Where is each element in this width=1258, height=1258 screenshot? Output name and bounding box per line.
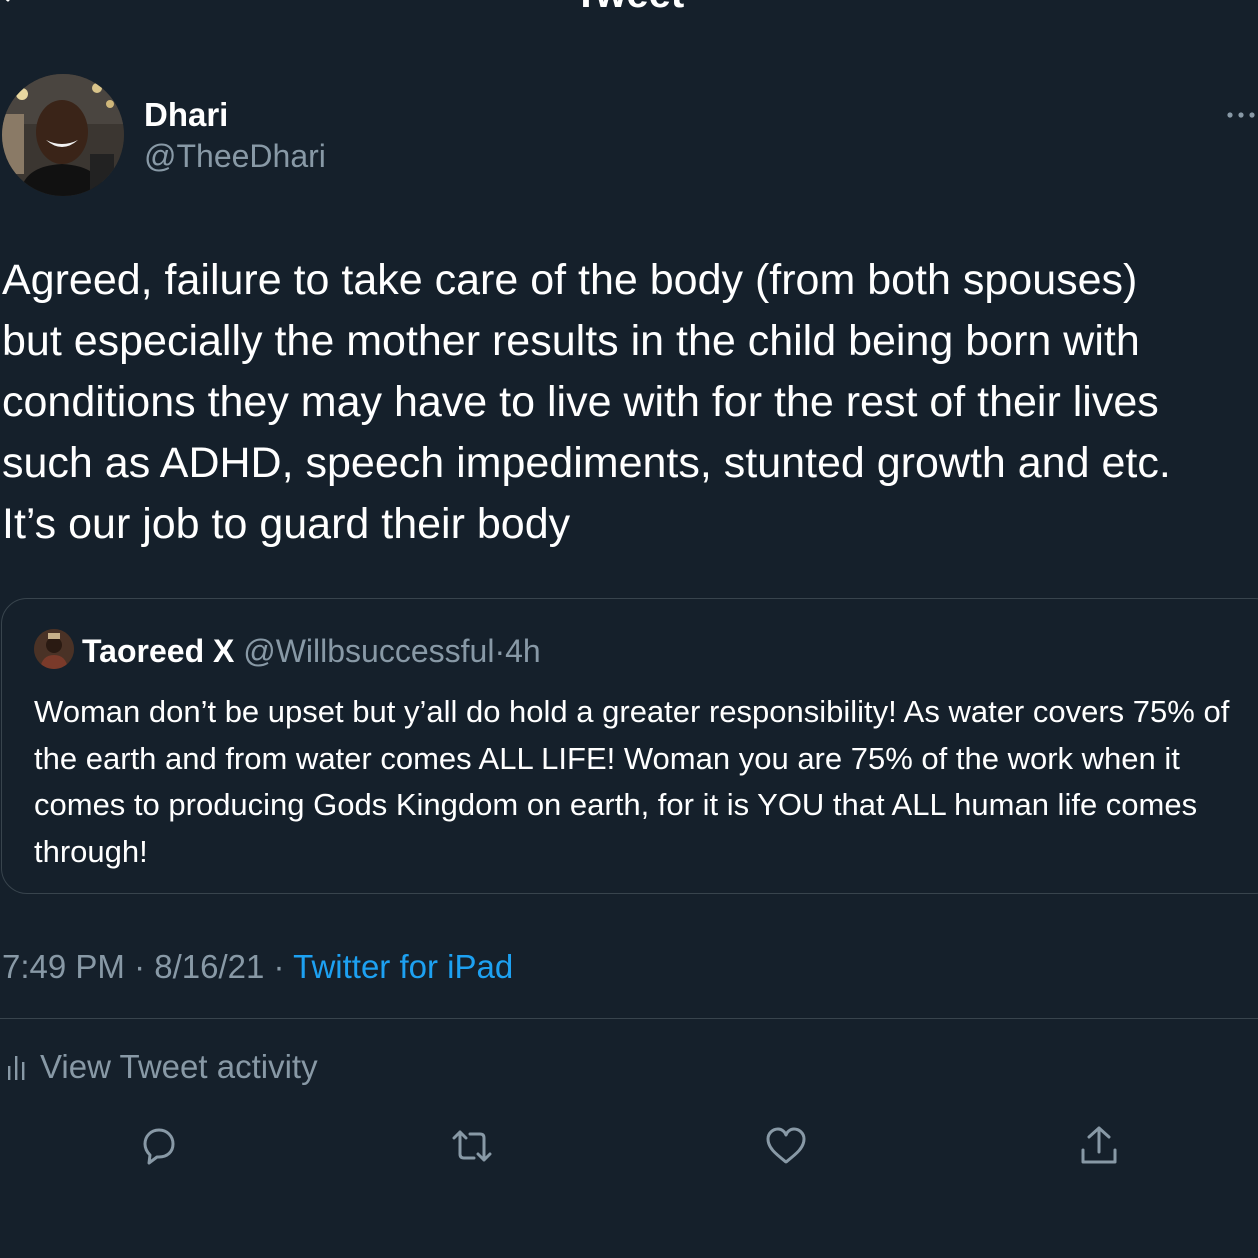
tweet-source-link[interactable]: Twitter for iPad [293, 948, 513, 985]
like-button[interactable] [764, 1124, 808, 1168]
quoted-author-avatar [34, 629, 74, 669]
more-options-icon[interactable] [1226, 106, 1256, 124]
meta-separator: · [134, 948, 146, 985]
page-title: Tweet [0, 0, 1258, 17]
share-button[interactable] [1077, 1124, 1121, 1168]
retweet-icon [452, 1130, 492, 1162]
view-tweet-activity-button[interactable]: View Tweet activity [6, 1044, 318, 1090]
view-tweet-activity-label: View Tweet activity [40, 1048, 318, 1085]
reply-button[interactable] [137, 1124, 181, 1168]
tweet-detail-page: Tweet Dhari @TheeDhari Agreed, failure t… [0, 0, 1258, 1258]
quoted-tweet-header: Taoreed X @Willbsuccessful·4h [82, 629, 541, 673]
quoted-tweet-text: Woman don’t be upset but y’all do hold a… [34, 694, 1230, 869]
analytics-icon [8, 1056, 25, 1080]
tweet-date: 8/16/21 [154, 948, 265, 985]
meta-separator: · [273, 948, 285, 985]
reply-icon [143, 1128, 175, 1165]
quoted-separator: · [494, 633, 506, 669]
retweet-button[interactable] [450, 1124, 494, 1168]
like-icon [766, 1127, 806, 1164]
tweet-meta: 7:49 PM · 8/16/21 · Twitter for iPad [2, 944, 513, 990]
tweet-body-text: Agreed, failure to take care of the body… [2, 256, 1171, 548]
author-handle[interactable]: @TheeDhari [144, 138, 326, 175]
quoted-timestamp: 4h [505, 633, 541, 669]
quoted-author-name: Taoreed X [82, 633, 235, 669]
author-display-name[interactable]: Dhari [144, 96, 228, 134]
divider [0, 1018, 1258, 1019]
quoted-author-handle: @Willbsuccessful [243, 633, 495, 669]
quoted-tweet-card[interactable]: Taoreed X @Willbsuccessful·4h Woman don’… [1, 598, 1258, 894]
author-avatar[interactable] [2, 74, 124, 196]
share-icon [1081, 1126, 1117, 1164]
tweet-time: 7:49 PM [2, 948, 125, 985]
